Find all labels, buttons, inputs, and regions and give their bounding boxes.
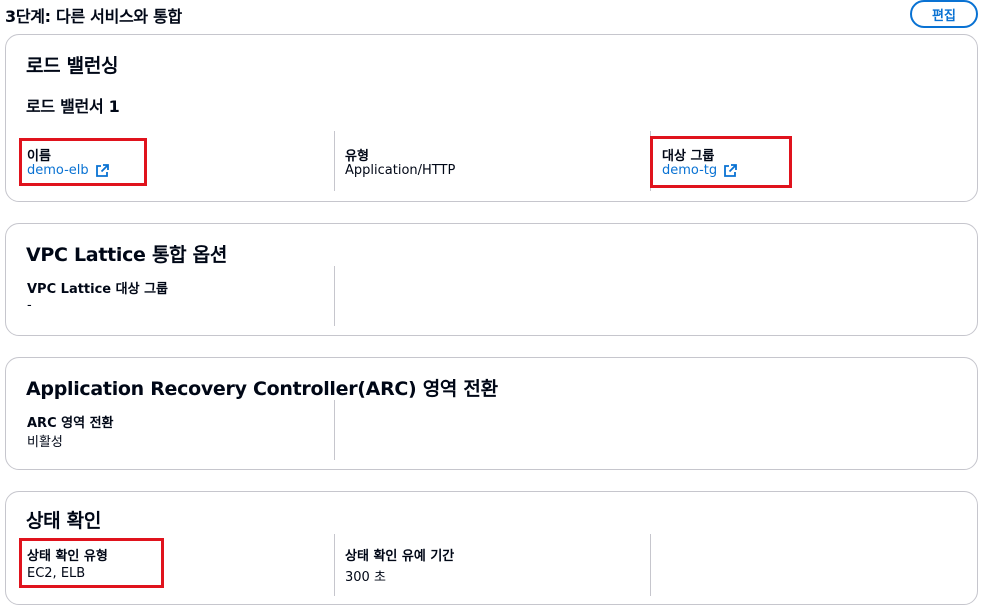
arc-title: Application Recovery Controller(ARC) 영역 … (26, 378, 498, 400)
vpc-lattice-target-group-field: VPC Lattice 대상 그룹 - (6, 266, 334, 326)
health-check-grace-field: 상태 확인 유예 기간 300 초 (334, 534, 650, 596)
arc-card: Application Recovery Controller(ARC) 영역 … (5, 357, 978, 470)
lb-type-label: 유형 (345, 149, 369, 164)
arc-zonal-shift-field: ARC 영역 전환 비활성 (6, 400, 334, 460)
highlight-lb-name (19, 138, 147, 186)
health-check-grace-label: 상태 확인 유예 기간 (345, 549, 455, 564)
lb-type-value: Application/HTTP (345, 163, 456, 178)
arc-zonal-shift-value: 비활성 (27, 435, 63, 450)
step-header: 3단계: 다른 서비스와 통합 편집 (0, 0, 991, 32)
vpc-lattice-target-group-label: VPC Lattice 대상 그룹 (27, 282, 169, 297)
vpc-lattice-target-group-value: - (27, 298, 32, 313)
health-check-grace-value: 300 초 (345, 570, 386, 585)
vpc-lattice-empty-column (334, 266, 335, 326)
load-balancing-title: 로드 밸런싱 (26, 55, 119, 77)
highlight-health-check-type (19, 538, 164, 588)
load-balancer-subtitle: 로드 밸런서 1 (26, 97, 120, 116)
arc-empty-column (334, 400, 335, 460)
load-balancing-card: 로드 밸런싱 로드 밸런서 1 이름 demo-elb 유형 Applicati… (5, 34, 978, 202)
edit-button[interactable]: 편집 (910, 0, 978, 28)
health-check-empty-column (650, 534, 651, 596)
vpc-lattice-title: VPC Lattice 통합 옵션 (26, 244, 227, 266)
arc-zonal-shift-label: ARC 영역 전환 (27, 416, 114, 431)
step-title: 3단계: 다른 서비스와 통합 (5, 7, 182, 26)
vpc-lattice-card: VPC Lattice 통합 옵션 VPC Lattice 대상 그룹 - (5, 223, 978, 336)
health-check-title: 상태 확인 (26, 510, 102, 532)
highlight-lb-target-group (650, 136, 792, 188)
lb-type-field: 유형 Application/HTTP (334, 131, 650, 191)
